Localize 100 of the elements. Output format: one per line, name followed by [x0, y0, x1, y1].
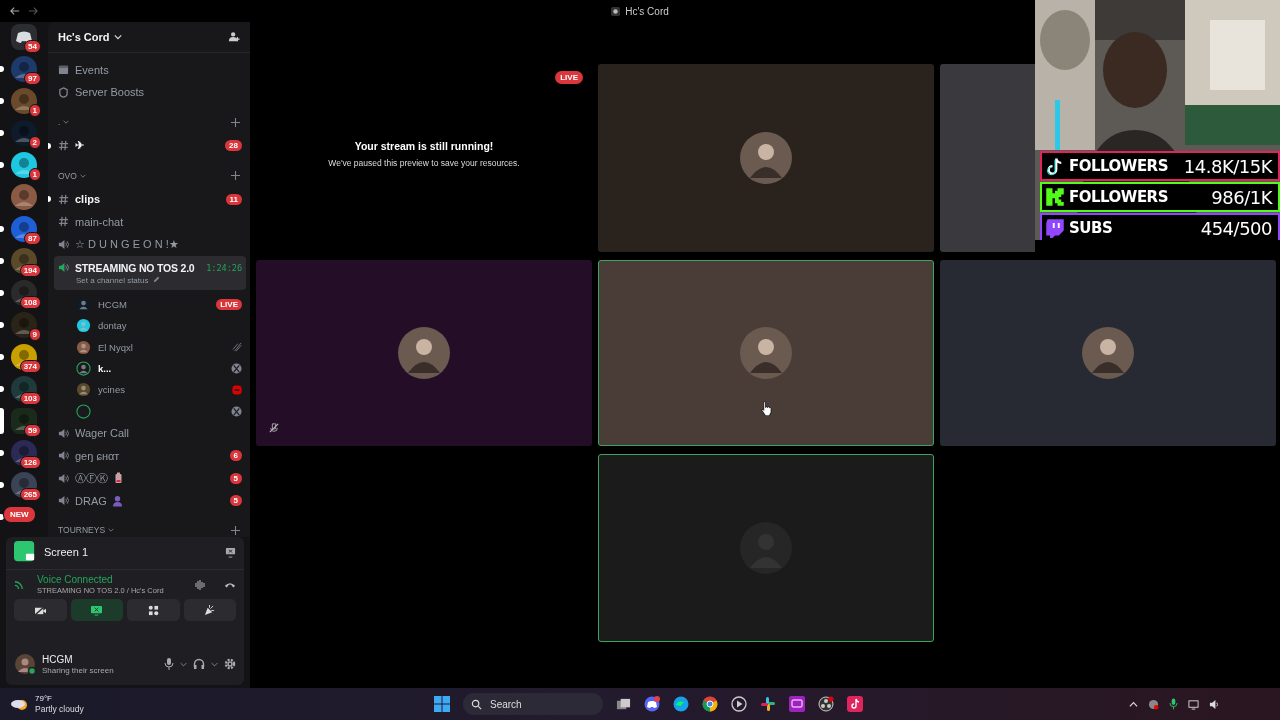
server-icon[interactable] — [11, 56, 37, 82]
microphone-icon[interactable] — [164, 658, 174, 670]
server-icon[interactable] — [11, 312, 37, 338]
server-item[interactable]: 97 — [0, 56, 48, 82]
server-header[interactable]: Hc's Cord — [48, 22, 250, 53]
stat-label: SUBS — [1069, 219, 1113, 237]
menu-item[interactable]: Events — [75, 63, 109, 76]
discord-icon[interactable] — [11, 24, 37, 50]
headphones-icon[interactable] — [193, 658, 205, 670]
video-tile[interactable] — [598, 64, 934, 252]
obs-icon[interactable] — [818, 696, 834, 712]
server-item[interactable]: 9 — [0, 312, 48, 338]
channel-item[interactable]: STREAMING NO TOS 2.0 1:24:26 — [54, 255, 246, 276]
channel-item[interactable]: main-chat — [54, 210, 246, 234]
video-tile[interactable] — [256, 260, 592, 446]
server-item[interactable]: 1 — [0, 88, 48, 114]
chevron-icon[interactable] — [180, 660, 187, 668]
settings-icon[interactable] — [224, 658, 236, 670]
server-item[interactable]: 126 — [0, 440, 48, 466]
voice-member[interactable]: ycines — [54, 379, 246, 401]
tiktok-icon[interactable] — [847, 696, 863, 712]
camera-button[interactable] — [14, 599, 67, 621]
chevron-up-icon[interactable] — [1129, 699, 1138, 709]
chat-app-icon[interactable] — [789, 696, 805, 712]
soundboard-button[interactable] — [183, 599, 236, 621]
video-tile[interactable] — [940, 64, 1035, 252]
unread-badge: 108 — [19, 296, 41, 309]
back-icon[interactable] — [10, 6, 20, 16]
activities-button[interactable] — [127, 599, 180, 621]
server-icon[interactable] — [11, 472, 37, 498]
stream-icon — [232, 384, 242, 395]
add-member-icon[interactable] — [228, 30, 240, 43]
plus-icon[interactable] — [231, 117, 240, 127]
voice-member[interactable]: dontay — [54, 315, 246, 337]
server-item[interactable]: 108 — [0, 280, 48, 306]
browser-icon[interactable] — [702, 696, 718, 712]
camera-off-icon — [33, 604, 47, 616]
channel-item[interactable]: DRAG 5 — [54, 489, 246, 512]
stop-screen-icon[interactable] — [225, 546, 236, 558]
app-icon — [611, 6, 621, 16]
chevron-icon[interactable] — [211, 660, 218, 668]
channel-item[interactable]: Wager Call — [54, 421, 246, 445]
speaker-icon — [58, 472, 69, 484]
server-item[interactable]: 87 — [0, 216, 48, 242]
avatar — [740, 132, 792, 184]
share-screen-button[interactable] — [70, 599, 123, 621]
voice-member[interactable]: El Nyqxl — [54, 336, 246, 358]
channel-item[interactable]: ✈ 28 — [54, 134, 246, 158]
slack-icon[interactable] — [760, 696, 776, 712]
calendar-icon — [58, 64, 69, 76]
channel-item[interactable]: ☆ D U N G E O N !★ — [54, 233, 246, 256]
stat-label: FOLLOWERS — [1069, 157, 1168, 175]
search-button[interactable]: Search — [463, 693, 603, 715]
channel-item[interactable]: ⒶⒻⓀ 5 — [54, 466, 246, 490]
forward-icon[interactable] — [28, 6, 38, 16]
tray-app-icon[interactable] — [1148, 698, 1159, 710]
voice-member[interactable]: k... — [54, 357, 246, 380]
menu-item[interactable]: Server Boosts — [75, 86, 145, 99]
server-item[interactable]: 103 — [0, 376, 48, 402]
server-item[interactable]: 194 — [0, 248, 48, 274]
stat-value: 986/1K — [1211, 186, 1272, 208]
server-item[interactable]: 265 — [0, 472, 48, 498]
play-icon[interactable] — [731, 696, 747, 712]
plus-icon[interactable] — [231, 171, 240, 181]
server-icon[interactable] — [11, 152, 37, 178]
server-item[interactable]: 374 — [0, 344, 48, 370]
start-icon[interactable] — [434, 696, 450, 712]
unread-badge: 87 — [24, 232, 41, 245]
channel-item[interactable]: ɡеŋ ɕнαт 6 — [54, 444, 246, 467]
browser-icon[interactable] — [673, 696, 689, 712]
category-label[interactable]: . — [58, 117, 61, 128]
server-item[interactable]: NEW — [0, 504, 48, 530]
channel-item[interactable]: clips 11 — [54, 188, 246, 211]
plus-icon[interactable] — [231, 525, 240, 535]
server-item[interactable]: 59 — [0, 408, 48, 434]
user-name: HCGM — [42, 653, 74, 665]
muted-icon — [232, 342, 242, 353]
temperature: 79°F — [35, 694, 53, 703]
volume-icon[interactable] — [1209, 698, 1220, 710]
category-label[interactable]: OVO — [58, 170, 77, 181]
server-icon[interactable] — [11, 120, 37, 146]
video-tile[interactable] — [598, 454, 934, 642]
video-tile[interactable] — [940, 260, 1276, 446]
server-icon[interactable] — [11, 408, 37, 434]
video-tile[interactable] — [598, 260, 934, 446]
new-badge[interactable]: NEW — [3, 506, 36, 523]
soundboard-icon[interactable] — [194, 578, 206, 591]
microphone-icon[interactable] — [1169, 698, 1178, 710]
screen-label: Screen 1 — [44, 546, 89, 558]
voice-member[interactable]: HCGM LIVE — [54, 293, 246, 315]
server-item[interactable]: 2 — [0, 120, 48, 146]
server-item[interactable]: 54 — [0, 24, 48, 50]
category-label[interactable]: TOURNEYS — [58, 525, 106, 536]
shapes-icon — [147, 604, 159, 616]
discord-icon[interactable] — [644, 696, 660, 712]
server-item[interactable]: 1 — [0, 152, 48, 178]
xbox-icon — [231, 363, 242, 374]
server-icon[interactable] — [11, 216, 37, 242]
monitor-icon[interactable] — [1188, 698, 1199, 710]
task-view-icon[interactable] — [616, 696, 631, 712]
